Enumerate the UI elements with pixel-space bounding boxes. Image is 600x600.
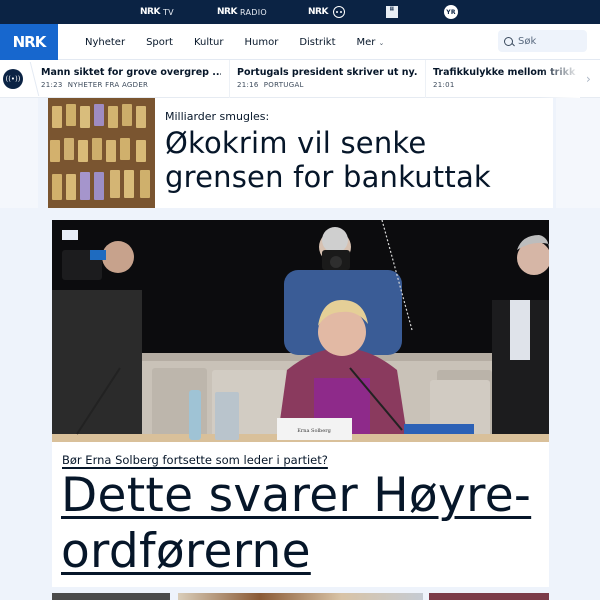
nrk-super-link[interactable]: NRK: [308, 0, 345, 24]
article-headline[interactable]: Dette svarer Høyre- ordførerne: [61, 468, 541, 580]
article-kicker: Milliarder smugles:: [165, 110, 270, 123]
nav-mer[interactable]: Mer ⌄: [357, 37, 385, 48]
ticker-category: NYHETER FRA AGDER: [67, 81, 149, 89]
nrk-tv-link[interactable]: NRK TV: [140, 0, 174, 24]
latest-news-ticker: ((•)) Mann siktet for grove overgrep ...…: [0, 60, 600, 98]
service-bar: NRK TV NRK RADIO NRK ▦ YR: [0, 0, 600, 24]
ticker-title: Mann siktet for grove overgrep ...: [41, 67, 221, 78]
article-thumbnail[interactable]: [52, 593, 170, 600]
article-card[interactable]: Milliarder smugles: Økokrim vil senke gr…: [48, 98, 553, 208]
article-kicker[interactable]: Bør Erna Solberg fortsette som leder i p…: [62, 453, 328, 467]
main-header: NRK Nyheter Sport Kultur Humor Distrikt …: [0, 24, 600, 60]
article-headline[interactable]: Økokrim vil senke grensen for bankuttak: [165, 126, 491, 194]
nav-kultur[interactable]: Kultur: [194, 37, 224, 48]
nrk-radio-link[interactable]: NRK RADIO: [217, 0, 267, 24]
divider: [229, 60, 230, 98]
divider: [425, 60, 426, 98]
ticker-title: Portugals president skriver ut ny...: [237, 67, 417, 78]
ticker-time: 21:01: [433, 81, 455, 89]
search-label: Søk: [518, 35, 537, 47]
article-thumbnail[interactable]: [429, 593, 549, 600]
main-nav: Nyheter Sport Kultur Humor Distrikt Mer ⌄: [85, 24, 405, 60]
super-face-icon: [332, 6, 345, 18]
carousel-next-card: [556, 98, 600, 208]
live-broadcast-icon[interactable]: ((•)): [3, 69, 23, 89]
search-icon: [504, 36, 513, 46]
ticker-item[interactable]: Mann siktet for grove overgrep ... 21:23…: [41, 67, 221, 95]
nameplate-text: Erna Solberg: [297, 428, 331, 434]
nav-nyheter[interactable]: Nyheter: [85, 37, 125, 48]
divider: [22, 62, 40, 96]
yr-link[interactable]: YR: [444, 0, 458, 24]
nav-sport[interactable]: Sport: [146, 37, 173, 48]
yr-logo-icon: YR: [444, 5, 458, 19]
nav-distrikt[interactable]: Distrikt: [299, 37, 335, 48]
ticker-time: 21:16: [237, 81, 259, 89]
article-card[interactable]: Erna Solberg Bør Erna Solberg fortsette …: [52, 220, 549, 587]
ticker-category: PORTUGAL: [263, 81, 304, 89]
article-thumbnail[interactable]: [178, 593, 423, 600]
chevron-right-icon[interactable]: ›: [586, 72, 591, 86]
carousel-prev-card: [0, 98, 38, 208]
p3-link[interactable]: ▦: [386, 0, 398, 24]
cash-bundles-photo: [48, 98, 155, 208]
p3-logo-icon: ▦: [386, 6, 398, 18]
chevron-down-icon: ⌄: [378, 38, 385, 47]
search-button[interactable]: Søk: [498, 30, 587, 52]
ticker-item[interactable]: Portugals president skriver ut ny... 21:…: [237, 67, 417, 95]
nav-humor[interactable]: Humor: [244, 37, 278, 48]
nrk-logo[interactable]: NRK: [0, 24, 58, 60]
press-photo-illustration: Erna Solberg: [52, 220, 549, 442]
fade-overlay: [540, 60, 580, 98]
erna-solberg-press-photo: Erna Solberg: [52, 220, 549, 442]
ticker-time: 21:23: [41, 81, 63, 89]
